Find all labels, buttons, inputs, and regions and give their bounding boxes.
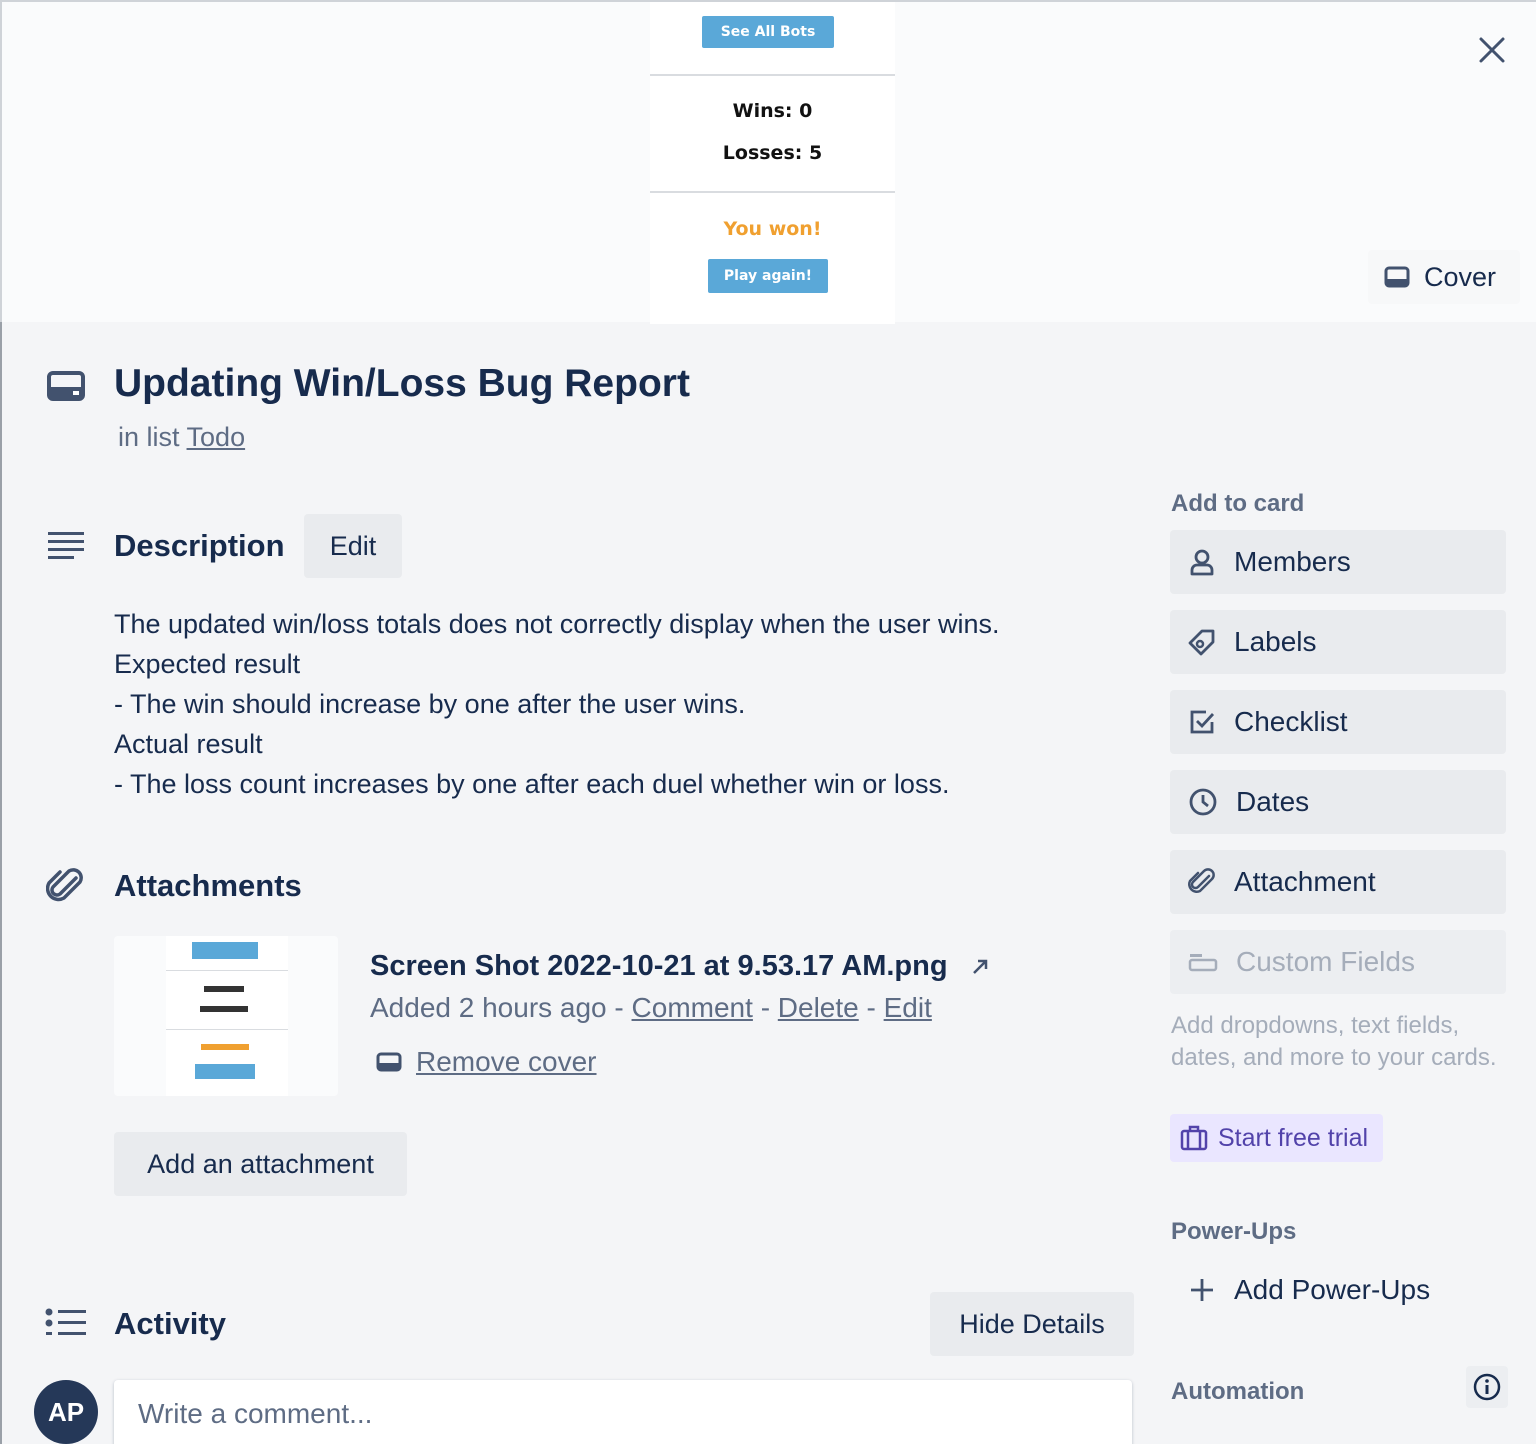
description-edit-button[interactable]: Edit — [304, 514, 402, 578]
avatar[interactable]: AP — [34, 1380, 98, 1444]
dates-label: Dates — [1236, 786, 1310, 817]
labels-label: Labels — [1234, 626, 1317, 657]
cover-button[interactable]: Cover — [1368, 250, 1520, 304]
card-title-icon — [47, 371, 85, 401]
attachment-comment-link[interactable]: Comment — [632, 992, 753, 1023]
cover-play-again: Play again! — [708, 259, 828, 293]
add-power-ups-button[interactable]: Add Power-Ups — [1170, 1262, 1506, 1318]
thumb-text-shape — [200, 1006, 248, 1012]
automation-info-button[interactable] — [1466, 1366, 1508, 1408]
attachment-name[interactable]: Screen Shot 2022-10-21 at 9.53.17 AM.png — [370, 950, 990, 983]
remove-cover-link[interactable]: Remove cover — [416, 1046, 597, 1078]
thumb-button-shape — [192, 942, 258, 959]
description-body[interactable]: The updated win/loss totals does not cor… — [114, 604, 999, 804]
attachment-edit-link[interactable]: Edit — [884, 992, 932, 1023]
dates-button[interactable]: Dates — [1170, 770, 1506, 834]
external-link-icon[interactable] — [970, 957, 990, 977]
clock-icon — [1189, 788, 1217, 816]
thumbnail-image — [166, 936, 288, 1096]
separator: - — [760, 992, 771, 1023]
checkbox-icon — [1190, 710, 1215, 734]
comment-input[interactable]: Write a comment... — [114, 1380, 1132, 1444]
card-icon — [1384, 266, 1410, 288]
labels-button[interactable]: Labels — [1170, 610, 1506, 674]
checklist-button[interactable]: Checklist — [1170, 690, 1506, 754]
attachments-heading: Attachments — [114, 868, 302, 903]
cover-image: See All Bots Wins: 0 Losses: 5 You won! … — [650, 2, 895, 324]
paperclip-icon — [46, 868, 83, 902]
separator: - — [866, 992, 876, 1023]
cover-wins: Wins: 0 — [732, 100, 813, 122]
field-icon — [1188, 954, 1218, 972]
briefcase-icon — [1180, 1125, 1208, 1151]
separator: - — [614, 992, 624, 1023]
comment-placeholder: Write a comment... — [138, 1398, 373, 1429]
attachment-filename[interactable]: Screen Shot 2022-10-21 at 9.53.17 AM.png — [370, 950, 948, 982]
add-power-ups-label: Add Power-Ups — [1234, 1274, 1431, 1305]
custom-fields-note: Add dropdowns, text fields, dates, and m… — [1171, 1012, 1497, 1071]
thumb-button-shape — [195, 1064, 255, 1079]
description-icon — [48, 532, 84, 559]
tag-icon — [1188, 629, 1215, 656]
activity-heading: Activity — [114, 1306, 226, 1341]
cover-you-won: You won! — [723, 218, 822, 240]
attachment-button[interactable]: Attachment — [1170, 850, 1506, 914]
power-ups-heading: Power-Ups — [1171, 1218, 1297, 1245]
description-line: Actual result — [114, 729, 263, 759]
add-to-card-heading: Add to card — [1171, 490, 1305, 517]
list-link[interactable]: Todo — [187, 422, 246, 452]
description-line: The updated win/loss totals does not cor… — [114, 609, 1000, 639]
attachment-delete-link[interactable]: Delete — [778, 992, 859, 1023]
activity-icon — [45, 1308, 86, 1335]
attachment-meta: Added 2 hours ago - Comment - Delete - E… — [370, 992, 932, 1024]
person-icon — [1190, 549, 1214, 576]
thumb-divider — [166, 970, 288, 971]
card-icon — [376, 1052, 402, 1072]
close-icon — [1479, 37, 1505, 63]
cover-button-label: Cover — [1424, 261, 1497, 292]
thumb-divider — [166, 1029, 288, 1030]
description-line: Expected result — [114, 649, 301, 679]
add-attachment-button[interactable]: Add an attachment — [114, 1132, 407, 1196]
cover-divider — [650, 191, 895, 193]
thumb-text-shape — [201, 1044, 249, 1050]
cover-see-all-bots: See All Bots — [702, 16, 834, 48]
members-button[interactable]: Members — [1170, 530, 1506, 594]
info-icon — [1473, 1373, 1501, 1401]
remove-cover-row: Remove cover — [376, 1046, 597, 1078]
description-line: - The win should increase by one after t… — [114, 689, 746, 719]
attachment-thumbnail[interactable] — [114, 936, 338, 1096]
members-label: Members — [1234, 546, 1351, 577]
attachment-label: Attachment — [1234, 866, 1376, 897]
checklist-label: Checklist — [1234, 706, 1348, 737]
custom-fields-label: Custom Fields — [1236, 946, 1415, 977]
automation-heading: Automation — [1171, 1378, 1305, 1405]
in-list-prefix: in list — [118, 422, 180, 452]
start-free-trial-button[interactable]: Start free trial — [1170, 1114, 1383, 1162]
close-button[interactable] — [1468, 26, 1516, 74]
card-title[interactable]: Updating Win/Loss Bug Report — [114, 362, 690, 406]
description-line: - The loss count increases by one after … — [114, 769, 950, 799]
thumb-text-shape — [204, 986, 244, 992]
cover-divider — [650, 74, 895, 76]
paperclip-icon — [1188, 868, 1215, 893]
start-free-trial-label: Start free trial — [1218, 1123, 1369, 1152]
attachment-added-time: Added 2 hours ago — [370, 992, 607, 1023]
in-list-text: in list Todo — [118, 422, 245, 453]
card-cover: See All Bots Wins: 0 Losses: 5 You won! … — [0, 0, 1536, 324]
custom-fields-button[interactable]: Custom Fields — [1170, 930, 1506, 994]
description-heading: Description — [114, 528, 285, 563]
cover-losses: Losses: 5 — [722, 142, 823, 164]
hide-details-button[interactable]: Hide Details — [930, 1292, 1134, 1356]
plus-icon — [1191, 1279, 1213, 1301]
